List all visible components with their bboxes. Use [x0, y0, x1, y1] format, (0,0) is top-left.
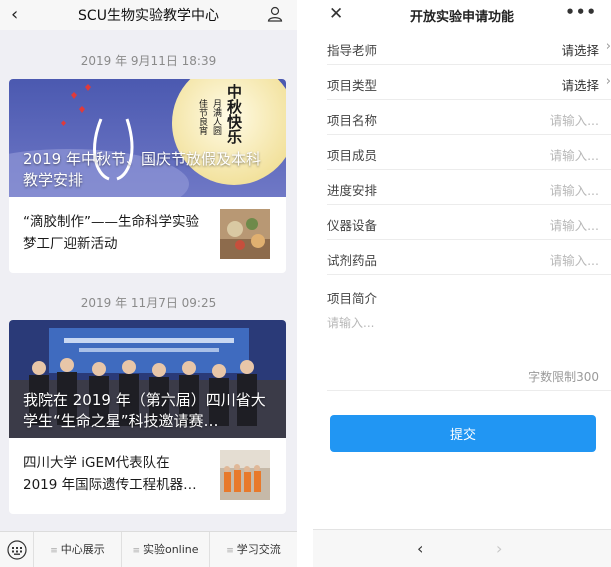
article-title: 2019 年中秋节、国庆节放假及本科教学安排: [23, 150, 261, 189]
keyboard-icon[interactable]: [0, 531, 34, 567]
sub-article[interactable]: “滴胶制作”——生命科学实验梦工厂迎新活动: [9, 197, 286, 273]
bottom-menu: ≡ 中心展示 ≡ 实验online ≡ 学习交流: [0, 531, 297, 567]
intro-label: 项目简介: [327, 291, 378, 306]
timestamp: 2019 年 9月11日 18:39: [80, 54, 217, 68]
menu-tab-center[interactable]: ≡ 中心展示: [34, 531, 122, 567]
calligraphy-main: 中秋快乐: [225, 83, 243, 145]
screenshot: ‹ SCU生物实验教学中心 2019 年 9月11日 18:39 月满人圆 佳节…: [0, 0, 611, 567]
field-label: 项目成员: [327, 148, 378, 163]
sub-article-thumbnail: [220, 209, 270, 259]
article-banner[interactable]: 月满人圆 佳节良宵 中秋快乐 2019 年中秋节、国庆节放假及本科教学安排: [9, 79, 286, 197]
menu-tab-online[interactable]: ≡ 实验online: [122, 531, 210, 567]
chevron-right-icon: ›: [605, 39, 611, 54]
field-label: 试剂药品: [327, 253, 378, 268]
menu-tab-learning[interactable]: ≡ 学习交流: [210, 532, 297, 567]
more-icon[interactable]: •••: [565, 3, 597, 21]
field-reagents[interactable]: 试剂药品 请输入...: [327, 240, 611, 275]
schedule-input[interactable]: 请输入...: [550, 180, 599, 199]
application-form-panel: ✕ 开放实验申请功能 ••• 指导老师 请选择 › 项目类型 请选择 › 项目名…: [313, 0, 611, 567]
field-label: 仪器设备: [327, 218, 378, 233]
project-name-input[interactable]: 请输入...: [550, 110, 599, 129]
project-type-select[interactable]: 请选择: [561, 75, 599, 94]
chevron-right-icon: ›: [605, 74, 611, 89]
divider: [327, 390, 611, 391]
field-project-name[interactable]: 项目名称 请输入...: [327, 100, 611, 135]
article-list-panel: ‹ SCU生物实验教学中心 2019 年 9月11日 18:39 月满人圆 佳节…: [0, 0, 297, 567]
menu-lines-icon: ≡: [132, 545, 140, 556]
field-label: 进度安排: [327, 183, 378, 198]
user-icon[interactable]: [267, 6, 283, 26]
sub-article-title: “滴胶制作”——生命科学实验梦工厂迎新活动: [23, 214, 199, 252]
article-banner[interactable]: 我院在 2019 年（第六届）四川省大学生“生命之星”科技邀请赛…: [9, 320, 286, 438]
menu-lines-icon: ≡: [226, 545, 234, 556]
field-project-members[interactable]: 项目成员 请输入...: [327, 135, 611, 170]
menu-lines-icon: ≡: [50, 545, 58, 556]
nav-back-icon[interactable]: ‹: [417, 539, 423, 558]
nav-forward-icon[interactable]: ›: [496, 539, 502, 558]
field-project-type[interactable]: 项目类型 请选择 ›: [327, 65, 611, 100]
field-equipment[interactable]: 仪器设备 请输入...: [327, 205, 611, 240]
timestamp: 2019 年 11月7日 09:25: [80, 296, 217, 310]
browser-nav-bar: ‹ ›: [313, 529, 611, 567]
sub-article[interactable]: 四川大学 iGEM代表队在2019 年国际遗传工程机器…: [9, 438, 286, 514]
intro-textarea[interactable]: 请输入...: [327, 314, 374, 331]
project-members-input[interactable]: 请输入...: [550, 145, 599, 164]
equipment-input[interactable]: 请输入...: [550, 215, 599, 234]
close-icon[interactable]: ✕: [329, 4, 343, 24]
menu-tab-label: 实验online: [142, 542, 199, 556]
menu-tab-label: 中心展示: [60, 542, 105, 556]
left-header: ‹ SCU生物实验教学中心: [0, 0, 297, 30]
reagents-input[interactable]: 请输入...: [550, 250, 599, 269]
sub-article-title: 四川大学 iGEM代表队在2019 年国际遗传工程机器…: [23, 455, 197, 493]
right-header: ✕ 开放实验申请功能 •••: [313, 0, 611, 30]
calligraphy-1: 月满人圆: [211, 99, 222, 136]
article-card[interactable]: 我院在 2019 年（第六届）四川省大学生“生命之星”科技邀请赛… 四川大学 i…: [9, 320, 286, 514]
article-card[interactable]: 月满人圆 佳节良宵 中秋快乐 2019 年中秋节、国庆节放假及本科教学安排 “滴…: [9, 79, 286, 273]
article-title: 我院在 2019 年（第六届）四川省大学生“生命之星”科技邀请赛…: [23, 391, 266, 430]
submit-button[interactable]: 提交: [330, 415, 596, 452]
field-label: 项目类型: [327, 78, 378, 93]
field-label: 指导老师: [327, 43, 378, 58]
field-label: 项目名称: [327, 113, 378, 128]
field-advisor[interactable]: 指导老师 请选择 ›: [327, 30, 611, 65]
calligraphy-2: 佳节良宵: [197, 98, 208, 136]
menu-tab-label: 学习交流: [236, 542, 281, 556]
advisor-select[interactable]: 请选择: [561, 40, 599, 59]
char-limit: 字数限制300: [528, 370, 599, 384]
sub-article-thumbnail: [220, 450, 270, 500]
field-schedule[interactable]: 进度安排 请输入...: [327, 170, 611, 205]
page-title: SCU生物实验教学中心: [78, 8, 219, 24]
form-title: 开放实验申请功能: [409, 9, 514, 25]
back-icon[interactable]: ‹: [11, 4, 18, 25]
